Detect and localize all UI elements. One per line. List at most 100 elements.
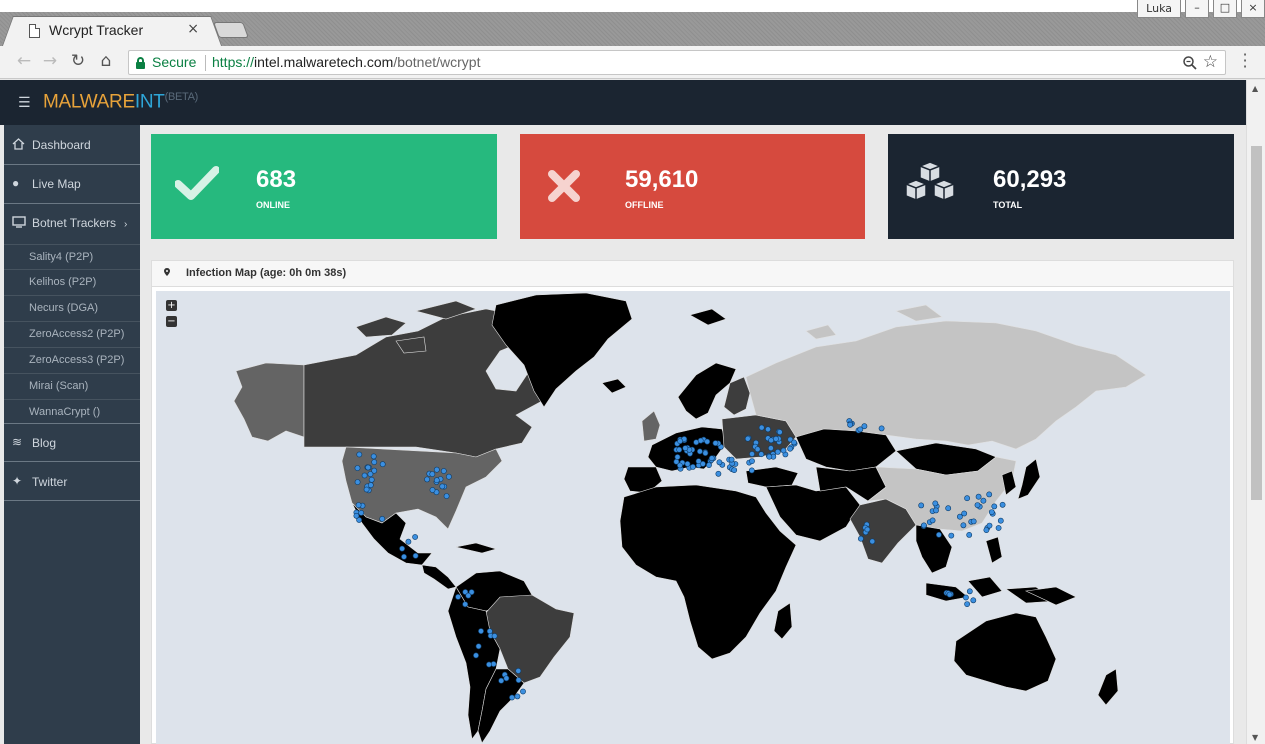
infection-marker[interactable] (697, 448, 703, 455)
new-tab-button[interactable] (213, 22, 249, 38)
infection-marker[interactable] (367, 471, 374, 477)
infection-marker[interactable] (988, 509, 995, 515)
sidebar-item-twitter[interactable]: ✦ Twitter (4, 462, 140, 501)
infection-marker[interactable] (355, 502, 362, 508)
infection-marker[interactable] (677, 462, 683, 469)
infection-marker[interactable] (677, 438, 683, 444)
map-region-africa[interactable] (619, 484, 797, 660)
infection-marker[interactable] (754, 446, 761, 453)
infection-marker[interactable] (405, 538, 412, 545)
infection-marker[interactable] (921, 522, 927, 529)
infection-marker[interactable] (748, 467, 755, 474)
infection-marker[interactable] (964, 601, 970, 607)
infection-marker[interactable] (498, 677, 505, 684)
infection-marker[interactable] (443, 493, 450, 499)
brand-logo[interactable]: MALWAREINT(BETA) (43, 91, 198, 113)
infection-marker[interactable] (695, 458, 702, 465)
infection-marker[interactable] (515, 677, 522, 683)
infection-marker[interactable] (991, 503, 998, 510)
world-map[interactable]: + − (156, 291, 1230, 744)
infection-marker[interactable] (693, 439, 700, 446)
map-zoom-out-button[interactable]: − (166, 316, 177, 327)
map-region-new-zealand[interactable] (1097, 668, 1119, 706)
infection-marker[interactable] (715, 470, 722, 477)
infection-marker[interactable] (974, 502, 981, 508)
infection-marker[interactable] (780, 447, 787, 454)
infection-marker[interactable] (412, 552, 419, 559)
infection-marker[interactable] (966, 588, 973, 595)
map-region-kazakhstan[interactable] (795, 428, 897, 472)
infection-marker[interactable] (473, 652, 479, 659)
sidebar-subitem-necurs[interactable]: Necurs (DGA) (4, 296, 140, 322)
infection-marker[interactable] (716, 459, 723, 466)
infection-marker[interactable] (520, 688, 526, 695)
infection-marker[interactable] (401, 553, 407, 560)
infection-marker[interactable] (975, 493, 982, 500)
infection-marker[interactable] (706, 462, 712, 468)
infection-marker[interactable] (353, 512, 360, 519)
world-map-svg[interactable] (156, 291, 1230, 744)
infection-marker[interactable] (491, 633, 498, 639)
infection-marker[interactable] (424, 476, 430, 483)
scroll-down-icon[interactable]: ▼ (1252, 733, 1258, 742)
infection-marker[interactable] (766, 453, 773, 460)
sidebar-item-blog[interactable]: ≋ Blog (4, 424, 140, 462)
infection-marker[interactable] (368, 476, 375, 483)
browser-menu-icon[interactable]: · · · (1241, 47, 1249, 75)
infection-marker[interactable] (682, 445, 689, 451)
infection-marker[interactable] (704, 438, 711, 445)
infection-marker[interactable] (371, 459, 378, 465)
home-page-icon[interactable]: ⌂ (96, 51, 116, 71)
page-scrollbar[interactable]: ▲ ▼ (1246, 80, 1265, 744)
infection-marker[interactable] (440, 468, 447, 474)
map-region-uk[interactable] (641, 410, 661, 442)
infection-marker[interactable] (749, 458, 755, 464)
infection-marker[interactable] (768, 445, 774, 451)
infection-marker[interactable] (728, 456, 735, 463)
browser-tab[interactable]: Wcrypt Tracker × (14, 16, 210, 46)
infection-marker[interactable] (980, 497, 987, 504)
infection-marker[interactable] (412, 534, 418, 540)
infection-marker[interactable] (399, 545, 405, 552)
infection-marker[interactable] (776, 429, 783, 435)
infection-marker[interactable] (744, 435, 751, 442)
infection-marker[interactable] (864, 526, 871, 533)
infection-marker[interactable] (365, 464, 371, 471)
infection-marker[interactable] (878, 425, 885, 432)
profile-button[interactable]: Luka (1137, 0, 1181, 18)
infection-marker[interactable] (966, 531, 973, 538)
map-region-southeast-asia[interactable] (915, 524, 953, 574)
sidebar-subitem-zeroaccess2[interactable]: ZeroAccess2 (P2P) (4, 322, 140, 348)
infection-marker[interactable] (983, 527, 990, 533)
infection-marker[interactable] (758, 424, 765, 431)
infection-marker[interactable] (758, 451, 765, 458)
infection-marker[interactable] (731, 467, 738, 473)
infection-marker[interactable] (478, 628, 484, 634)
reload-icon[interactable]: ↻ (68, 51, 88, 71)
infection-marker[interactable] (429, 471, 436, 477)
sidebar-subitem-sality4[interactable]: Sality4 (P2P) (4, 244, 140, 270)
map-region-madagascar[interactable] (773, 602, 793, 640)
map-region-scandinavia[interactable] (677, 362, 737, 420)
infection-marker[interactable] (986, 522, 993, 529)
infection-marker[interactable] (361, 472, 368, 479)
infection-marker[interactable] (712, 440, 719, 446)
infection-marker[interactable] (429, 487, 436, 493)
close-tab-icon[interactable]: × (187, 21, 199, 37)
hamburger-menu-icon[interactable]: ☰ (18, 95, 31, 111)
map-region-russia[interactable] (745, 320, 1147, 450)
infection-marker[interactable] (961, 510, 968, 517)
infection-marker[interactable] (486, 661, 492, 668)
infection-marker[interactable] (970, 518, 977, 525)
infection-marker[interactable] (765, 426, 771, 433)
infection-marker[interactable] (514, 693, 521, 700)
infection-marker[interactable] (929, 517, 936, 524)
infection-marker[interactable] (964, 495, 970, 502)
infection-marker[interactable] (439, 483, 446, 490)
infection-marker[interactable] (367, 482, 374, 488)
map-region-iceland[interactable] (601, 378, 627, 394)
sidebar-item-live-map[interactable]: ● Live Map (4, 165, 140, 204)
infection-marker[interactable] (847, 421, 853, 428)
infection-marker[interactable] (445, 473, 452, 480)
infection-marker[interactable] (702, 450, 709, 456)
